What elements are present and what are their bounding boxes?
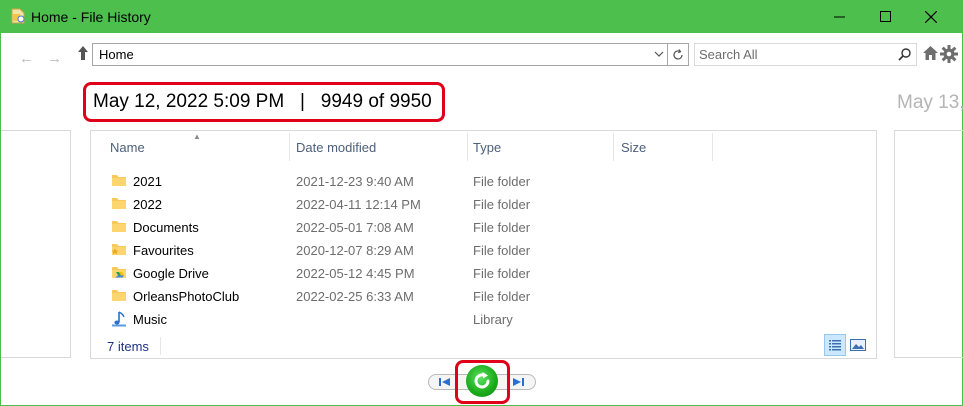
item-type: Library <box>473 312 513 327</box>
arrow-left-icon[interactable]: ← <box>19 50 34 67</box>
window-title: Home - File History <box>31 9 151 25</box>
list-item[interactable]: Google Drive 2022-05-12 4:45 PM File fol… <box>91 262 876 285</box>
item-name: Favourites <box>133 243 194 258</box>
chevron-down-icon[interactable] <box>654 48 664 60</box>
item-name: 2022 <box>133 197 162 212</box>
snapshot-date: May 12, 2022 5:09 PM <box>93 91 285 112</box>
item-date-modified: 2020-12-07 8:29 AM <box>296 243 414 258</box>
snapshot-position: 9949 of 9950 <box>320 91 432 112</box>
next-version-icon[interactable] <box>511 377 525 387</box>
item-type: File folder <box>473 220 531 235</box>
item-date-modified: 2021-12-23 9:40 AM <box>296 174 414 189</box>
list-item[interactable]: OrleansPhotoClub 2022-02-25 6:33 AM File… <box>91 285 876 308</box>
list-item[interactable]: 2021 2021-12-23 9:40 AM File folder <box>91 170 876 193</box>
search-input[interactable]: Search All <box>694 43 917 66</box>
snapshot-date-highlight: May 12, 2022 5:09 PM | 9949 of 9950 <box>83 82 445 122</box>
large-icons-view-icon <box>850 339 866 351</box>
home-icon[interactable] <box>922 45 939 61</box>
item-type: File folder <box>473 266 531 281</box>
column-divider[interactable] <box>712 133 713 161</box>
snapshot-heading: May 12, 2022 5:09 PM | 9949 of 9950 <box>93 91 432 113</box>
list-item[interactable]: Favourites 2020-12-07 8:29 AM File folde… <box>91 239 876 262</box>
restore-icon <box>474 372 490 389</box>
details-view-icon <box>829 340 841 351</box>
folder-icon <box>112 198 126 209</box>
column-header-name[interactable]: Name <box>91 131 289 161</box>
status-divider <box>160 337 161 355</box>
music-library-icon <box>112 311 126 327</box>
next-snapshot-panel[interactable] <box>894 130 963 358</box>
item-name: Documents <box>133 220 199 235</box>
refresh-button[interactable] <box>668 43 689 66</box>
column-header-date-modified[interactable]: Date modified <box>277 131 467 161</box>
maximize-button[interactable] <box>862 0 908 33</box>
snapshot-separator: | <box>300 91 305 112</box>
item-type: File folder <box>473 174 531 189</box>
column-header-size[interactable]: Size <box>602 131 712 161</box>
details-view-button[interactable] <box>824 334 846 356</box>
maximize-icon <box>879 11 891 22</box>
close-icon <box>925 10 937 23</box>
arrow-right-icon[interactable]: → <box>47 50 62 67</box>
item-count-status: 7 items <box>107 339 149 354</box>
close-button[interactable] <box>908 0 954 33</box>
item-type: File folder <box>473 197 531 212</box>
item-date-modified: 2022-05-12 4:45 PM <box>296 266 415 281</box>
list-item[interactable]: Documents 2022-05-01 7:08 AM File folder <box>91 216 876 239</box>
item-type: File folder <box>473 243 531 258</box>
previous-version-icon[interactable] <box>438 377 452 387</box>
search-icon[interactable] <box>898 47 912 61</box>
list-item[interactable]: Music Library <box>91 308 876 331</box>
address-bar[interactable]: Home <box>92 43 668 66</box>
google-drive-folder-icon <box>112 267 126 278</box>
minimize-button[interactable] <box>816 0 862 33</box>
address-text: Home <box>99 47 134 62</box>
gear-icon[interactable] <box>940 45 958 63</box>
item-name: Google Drive <box>133 266 209 281</box>
search-placeholder: Search All <box>699 47 758 62</box>
file-history-window: Home - File History ← → Home Search All <box>0 0 963 406</box>
item-date-modified: 2022-04-11 12:14 PM <box>296 197 421 212</box>
next-snapshot-date[interactable]: May 13, <box>897 92 963 114</box>
item-name: Music <box>133 312 167 327</box>
minimize-icon <box>833 16 845 18</box>
folder-icon <box>112 175 126 186</box>
file-list: ▲ Name Date modified Type Size 2021 2021… <box>90 130 877 359</box>
folder-icon <box>112 221 126 232</box>
item-type: File folder <box>473 289 531 304</box>
large-icons-view-button[interactable] <box>849 336 867 354</box>
file-history-app-icon <box>11 8 25 24</box>
title-bar: Home - File History <box>1 0 963 33</box>
item-date-modified: 2022-02-25 6:33 AM <box>296 289 414 304</box>
folder-icon <box>112 290 126 301</box>
column-header-type[interactable]: Type <box>454 131 614 161</box>
previous-snapshot-panel[interactable] <box>1 130 71 358</box>
item-name: 2021 <box>133 174 162 189</box>
favourites-folder-icon <box>111 244 126 255</box>
restore-button[interactable] <box>466 365 498 397</box>
refresh-icon <box>673 48 683 60</box>
list-item[interactable]: 2022 2022-04-11 12:14 PM File folder <box>91 193 876 216</box>
arrow-up-icon[interactable] <box>77 45 89 61</box>
item-name: OrleansPhotoClub <box>133 289 240 304</box>
item-date-modified: 2022-05-01 7:08 AM <box>296 220 414 235</box>
